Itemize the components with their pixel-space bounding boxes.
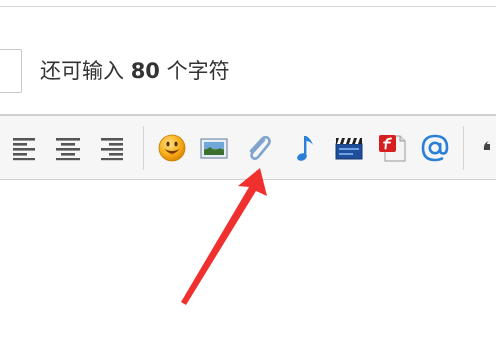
top-divider bbox=[0, 6, 496, 7]
align-left-icon[interactable] bbox=[9, 132, 41, 164]
toolbar-separator bbox=[463, 126, 464, 170]
smiley-face-icon[interactable] bbox=[156, 132, 188, 164]
char-counter-number: 80 bbox=[130, 59, 160, 83]
title-input[interactable] bbox=[0, 49, 22, 93]
editor-toolbar bbox=[0, 114, 496, 180]
toolbar-separator bbox=[143, 126, 144, 170]
flash-document-icon[interactable] bbox=[376, 132, 408, 164]
align-center-icon[interactable] bbox=[52, 132, 84, 164]
char-counter: 还可输入 80 个字符 bbox=[40, 58, 230, 84]
editor-content-area[interactable] bbox=[0, 180, 496, 348]
paperclip-icon[interactable] bbox=[242, 132, 274, 164]
align-right-icon[interactable] bbox=[95, 132, 127, 164]
at-sign-icon[interactable] bbox=[419, 132, 451, 164]
image-icon[interactable] bbox=[198, 132, 230, 164]
char-counter-suffix: 个字符 bbox=[166, 59, 230, 83]
music-note-icon[interactable] bbox=[289, 132, 321, 164]
char-counter-prefix: 还可输入 bbox=[40, 59, 124, 83]
quote-icon[interactable] bbox=[480, 132, 496, 164]
film-clapper-icon[interactable] bbox=[333, 132, 365, 164]
